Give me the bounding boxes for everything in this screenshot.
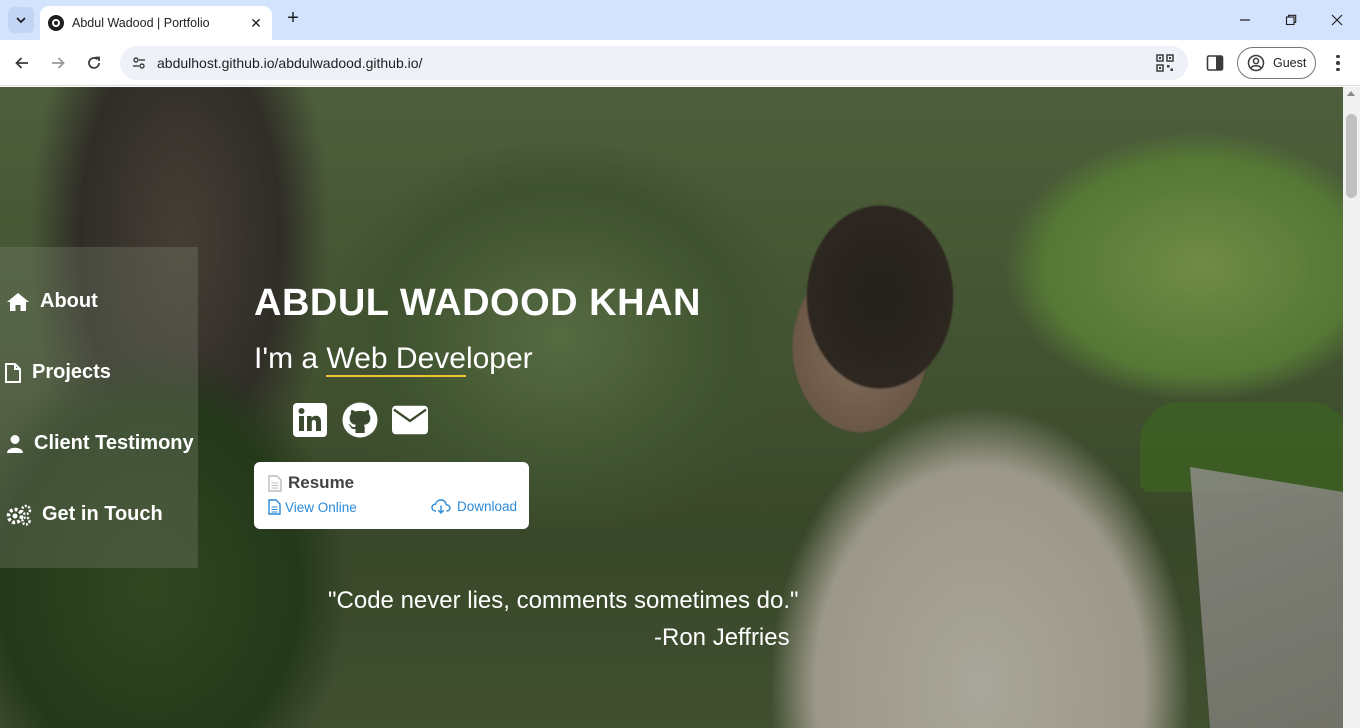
tab-title: Abdul Wadood | Portfolio: [72, 16, 210, 30]
nav-label-client-testimony: Client Testimony: [34, 432, 194, 454]
nav-label-projects: Projects: [32, 361, 111, 383]
file-icon: [4, 362, 22, 384]
download-label: Download: [457, 499, 518, 514]
arrow-right-icon: [52, 57, 65, 69]
tab-strip: Abdul Wadood | Portfolio ✕ +: [0, 0, 1360, 40]
minimize-button[interactable]: [1222, 0, 1268, 40]
hero-name: ABDUL WADOOD KHAN: [254, 282, 701, 324]
nav-item-about[interactable]: About: [6, 290, 98, 313]
browser-tab[interactable]: Abdul Wadood | Portfolio ✕: [40, 6, 272, 40]
profile-label: Guest: [1273, 56, 1307, 70]
resume-heading: Resume: [268, 473, 354, 493]
scrollbar-thumb[interactable]: [1346, 114, 1357, 198]
profile-button[interactable]: Guest: [1237, 47, 1316, 79]
role-rest: loper: [465, 342, 533, 375]
view-online-link[interactable]: View Online: [268, 499, 357, 515]
nav-item-client-testimony[interactable]: Client Testimony: [6, 432, 194, 455]
social-links: [292, 402, 428, 438]
chevron-down-icon: [16, 17, 26, 24]
page-scrollbar[interactable]: [1343, 87, 1360, 728]
browser-toolbar: abdulhost.github.io/abdulwadood.github.i…: [0, 40, 1360, 86]
restore-icon: [1285, 14, 1297, 26]
nav-item-get-in-touch[interactable]: Get in Touch: [6, 503, 163, 526]
linkedin-link[interactable]: [292, 402, 328, 438]
reload-icon: [88, 56, 100, 69]
email-link[interactable]: [392, 402, 428, 438]
resume-card: Resume View Online Download: [254, 462, 529, 529]
download-link[interactable]: Download: [431, 499, 517, 514]
page-viewport: About Projects Client Testimony Get in T…: [0, 87, 1343, 728]
linkedin-icon: [293, 403, 327, 437]
qr-code-icon[interactable]: [1156, 54, 1174, 72]
new-tab-button[interactable]: +: [282, 8, 304, 30]
hero-role: I'm a Web Developer: [254, 342, 533, 377]
file-text-icon: [268, 474, 282, 492]
forward-button[interactable]: [44, 49, 72, 77]
close-tab-icon[interactable]: ✕: [246, 13, 266, 33]
quote-author: -Ron Jeffries: [654, 624, 790, 651]
nav-label-get-in-touch: Get in Touch: [42, 503, 163, 525]
site-settings-button[interactable]: [128, 52, 150, 74]
tab-search-button[interactable]: [8, 7, 34, 33]
restore-button[interactable]: [1268, 0, 1314, 40]
address-bar[interactable]: abdulhost.github.io/abdulwadood.github.i…: [120, 46, 1188, 80]
close-window-button[interactable]: [1314, 0, 1360, 40]
view-online-label: View Online: [285, 499, 357, 515]
scroll-up-arrow-icon[interactable]: [1347, 91, 1355, 96]
sidebar-nav: About Projects Client Testimony Get in T…: [0, 247, 198, 568]
github-link[interactable]: [342, 402, 378, 438]
tune-icon: [133, 57, 145, 69]
role-typed-text: Web Deve: [326, 342, 466, 377]
minimize-icon: [1240, 19, 1250, 21]
user-icon: [6, 433, 24, 455]
file-text-icon: [268, 499, 281, 515]
back-button[interactable]: [8, 49, 36, 77]
reload-button[interactable]: [80, 49, 108, 77]
home-icon: [6, 291, 30, 313]
site-favicon-icon: [48, 15, 64, 31]
close-icon: [1331, 14, 1343, 26]
cloud-download-icon: [431, 499, 451, 514]
nav-label-about: About: [40, 290, 98, 312]
gears-icon: [6, 504, 32, 526]
nav-item-projects[interactable]: Projects: [4, 361, 111, 384]
role-prefix: I'm a: [254, 342, 327, 375]
side-panel-icon[interactable]: [1206, 54, 1224, 72]
github-icon: [342, 402, 378, 438]
envelope-icon: [392, 405, 428, 435]
resume-title: Resume: [288, 473, 355, 492]
more-menu-icon[interactable]: [1328, 52, 1348, 74]
quote-text: "Code never lies, comments sometimes do.…: [328, 587, 799, 614]
url-text[interactable]: abdulhost.github.io/abdulwadood.github.i…: [157, 55, 422, 71]
account-circle-icon: [1247, 54, 1265, 72]
arrow-left-icon: [15, 57, 28, 69]
